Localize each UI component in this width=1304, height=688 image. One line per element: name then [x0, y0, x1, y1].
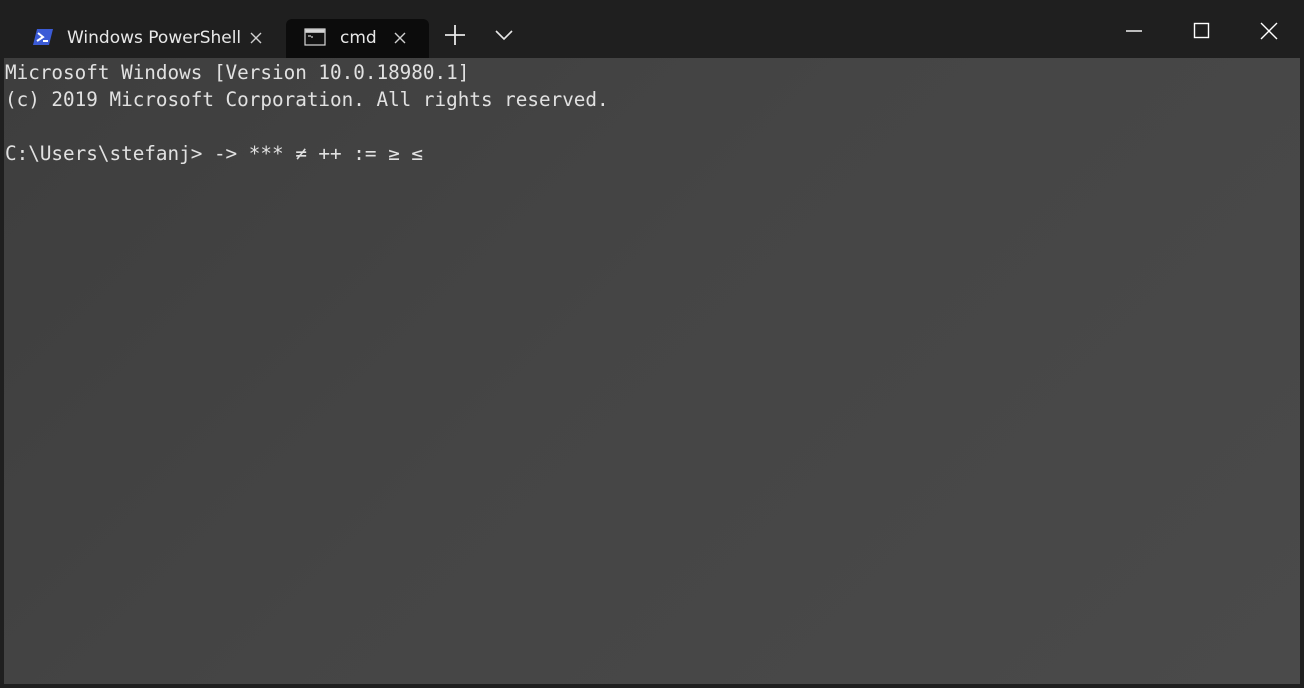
close-icon[interactable] — [392, 30, 408, 46]
chevron-down-icon — [490, 20, 518, 50]
windows-terminal-window: Windows PowerShell cmd Microsoft Windows… — [0, 0, 1304, 688]
minimize-icon — [1114, 14, 1154, 48]
new-tab-dropdown-button[interactable] — [490, 20, 518, 50]
tab-label: Windows PowerShell — [67, 28, 242, 48]
tab-cmd[interactable]: cmd — [286, 19, 429, 58]
terminal-line: Microsoft Windows [Version 10.0.18980.1] — [5, 61, 470, 84]
powershell-icon — [32, 28, 54, 46]
terminal-line: C:\Users\stefanj> -> *** ≠ ++ := ≥ ≤ — [5, 142, 423, 165]
title-bar: Windows PowerShell cmd — [0, 0, 1304, 58]
close-window-button[interactable] — [1249, 14, 1289, 48]
new-tab-button[interactable] — [441, 20, 469, 50]
close-icon[interactable] — [248, 30, 264, 46]
tab-windows-powershell[interactable]: Windows PowerShell — [25, 19, 281, 58]
maximize-icon — [1182, 14, 1222, 48]
command-prompt-icon — [304, 28, 326, 46]
terminal-line: (c) 2019 Microsoft Corporation. All righ… — [5, 88, 609, 111]
maximize-button[interactable] — [1182, 14, 1222, 48]
plus-icon — [441, 20, 469, 50]
close-icon — [1249, 14, 1289, 48]
tab-label: cmd — [340, 28, 377, 48]
minimize-button[interactable] — [1114, 14, 1154, 48]
terminal-output[interactable]: Microsoft Windows [Version 10.0.18980.1]… — [4, 58, 1300, 684]
